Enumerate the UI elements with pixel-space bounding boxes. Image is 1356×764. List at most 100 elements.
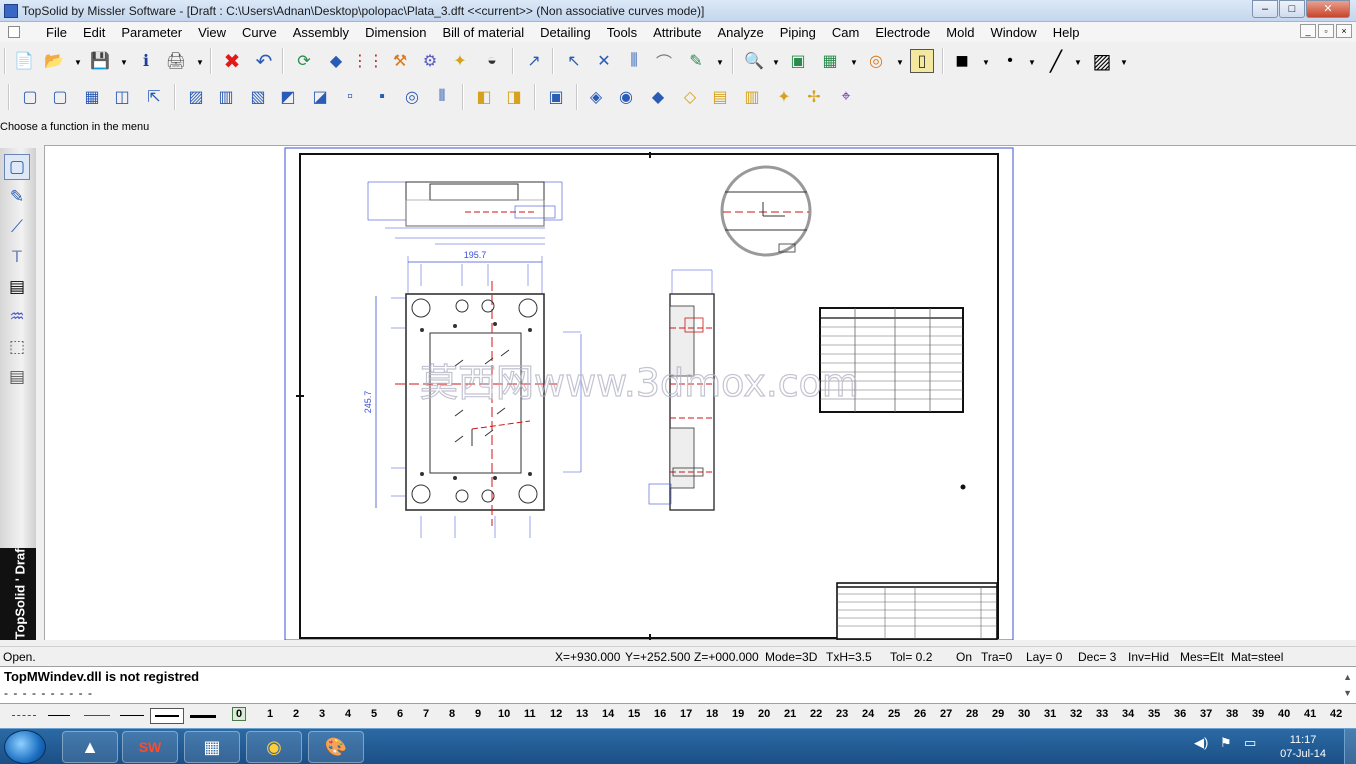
menu-view[interactable]: View	[190, 25, 234, 40]
status-tolerance[interactable]: Tol= 0.2	[890, 650, 932, 664]
layer-10[interactable]: 10	[498, 708, 510, 720]
sidebar-pencil-icon[interactable]: ✎	[4, 184, 30, 210]
document-icon[interactable]	[8, 26, 20, 38]
layer-35[interactable]: 35	[1148, 708, 1160, 720]
layer-26[interactable]: 26	[914, 708, 926, 720]
sidebar-dimension-icon[interactable]: ⟋	[4, 214, 30, 240]
hammer-icon[interactable]: ⚒	[388, 49, 412, 73]
view-tool-2-icon[interactable]: ▥	[214, 85, 238, 109]
menu-mold[interactable]: Mold	[938, 25, 982, 40]
doc-close-button[interactable]: ×	[1336, 24, 1352, 38]
console-scroll-arrows[interactable]: ▲ ▼	[1343, 669, 1352, 701]
target-icon[interactable]: ⌖	[834, 85, 858, 109]
stamp-icon[interactable]: ✦	[772, 85, 796, 109]
slider-icon[interactable]: ⫼	[622, 49, 646, 73]
status-on[interactable]: On	[956, 650, 972, 664]
layer-8[interactable]: 8	[449, 708, 455, 720]
line-style-red[interactable]	[84, 715, 110, 717]
layer-20[interactable]: 20	[758, 708, 770, 720]
projection-4-icon[interactable]: ◇	[678, 85, 702, 109]
status-mode[interactable]: Mode=3D	[765, 650, 817, 664]
table-icon[interactable]: ▤	[708, 85, 732, 109]
view-tool-6-icon[interactable]: ▫	[338, 85, 362, 109]
layer-38[interactable]: 38	[1226, 708, 1238, 720]
taskbar-paint-icon[interactable]: 🎨	[308, 731, 364, 763]
projection-3-icon[interactable]: ◆	[646, 85, 670, 109]
layer-7[interactable]: 7	[423, 708, 429, 720]
layer-16[interactable]: 16	[654, 708, 666, 720]
color-dropdown-icon[interactable]: ▼	[982, 58, 990, 67]
start-button[interactable]	[4, 730, 46, 764]
main-view-icon[interactable]: ▢	[48, 85, 72, 109]
menu-piping[interactable]: Piping	[772, 25, 824, 40]
zoom-dropdown-icon[interactable]: ▼	[772, 58, 780, 67]
sketch-dropdown-icon[interactable]: ▼	[716, 58, 724, 67]
doc-minimize-button[interactable]: _	[1300, 24, 1316, 38]
action-center-icon[interactable]: ⚑	[1220, 735, 1232, 751]
color-swatch-icon[interactable]: ■	[950, 48, 974, 73]
solid-icon[interactable]: ◆	[324, 49, 348, 73]
gears-icon[interactable]: ⚙	[418, 49, 442, 73]
layer-14[interactable]: 14	[602, 708, 614, 720]
menu-dimension[interactable]: Dimension	[357, 25, 434, 40]
visibility-icon[interactable]: ◎	[864, 49, 888, 73]
projection-1-icon[interactable]: ◈	[584, 85, 608, 109]
open-dropdown-icon[interactable]: ▼	[74, 58, 82, 67]
layer-18[interactable]: 18	[706, 708, 718, 720]
line-style-thick[interactable]	[190, 715, 216, 718]
menu-edit[interactable]: Edit	[75, 25, 113, 40]
layer-1[interactable]: 1	[267, 708, 273, 720]
cross-icon[interactable]: ✕	[592, 49, 616, 73]
layer-5[interactable]: 5	[371, 708, 377, 720]
drawing-canvas[interactable]: 195.7 245.7 莫西网www.3dmox.com	[44, 145, 1356, 640]
layer-13[interactable]: 13	[576, 708, 588, 720]
hatch-icon[interactable]: ▨	[1090, 49, 1114, 73]
view-tool-7-icon[interactable]: ▪	[370, 85, 394, 109]
sheet-icon[interactable]: ◧	[472, 85, 496, 109]
line-style-icon[interactable]: ╱	[1044, 49, 1068, 73]
show-desktop-button[interactable]	[1344, 729, 1356, 764]
line-style-solid[interactable]	[120, 715, 144, 717]
status-invisible[interactable]: Inv=Hid	[1128, 650, 1169, 664]
layer-11[interactable]: 11	[524, 708, 536, 720]
status-measure[interactable]: Mes=Elt	[1180, 650, 1224, 664]
layer-28[interactable]: 28	[966, 708, 978, 720]
status-transparency[interactable]: Tra=0	[981, 650, 1012, 664]
layer-30[interactable]: 30	[1018, 708, 1030, 720]
layer-33[interactable]: 33	[1096, 708, 1108, 720]
sidebar-draft-icon[interactable]: ▢	[4, 154, 30, 180]
layer-39[interactable]: 39	[1252, 708, 1264, 720]
sidebar-text-icon[interactable]: T	[4, 244, 30, 270]
maximize-button[interactable]: □	[1279, 0, 1305, 18]
zoom-fit-icon[interactable]: ▣	[786, 49, 810, 73]
rotate-icon[interactable]: ⟳	[292, 49, 316, 73]
sidebar-hatch-icon[interactable]: ♒	[4, 304, 30, 330]
layer-25[interactable]: 25	[888, 708, 900, 720]
menu-electrode[interactable]: Electrode	[867, 25, 938, 40]
layer-29[interactable]: 29	[992, 708, 1004, 720]
menu-attribute[interactable]: Attribute	[645, 25, 709, 40]
layer-41[interactable]: 41	[1304, 708, 1316, 720]
network-icon[interactable]: ▭	[1244, 735, 1256, 751]
point-style-icon[interactable]: •	[998, 49, 1022, 73]
layer-2[interactable]: 2	[293, 708, 299, 720]
status-text-height[interactable]: TxH=3.5	[826, 650, 872, 664]
zoom-icon[interactable]: 🔍	[742, 49, 766, 73]
frame-icon[interactable]: ▣	[544, 85, 568, 109]
view-tool-9-icon[interactable]: ⫴	[430, 85, 454, 109]
layer-27[interactable]: 27	[940, 708, 952, 720]
sidebar-stack-icon[interactable]: ▤	[4, 364, 30, 390]
menu-file[interactable]: File	[38, 25, 75, 40]
menu-parameter[interactable]: Parameter	[113, 25, 190, 40]
cylinder-icon[interactable]: ▯	[910, 49, 934, 73]
save-icon[interactable]: 💾	[88, 49, 112, 73]
hatch-dropdown-icon[interactable]: ▼	[1120, 58, 1128, 67]
menu-bill-of-material[interactable]: Bill of material	[434, 25, 532, 40]
draft-view-icon[interactable]: ▢	[18, 85, 42, 109]
layer-17[interactable]: 17	[680, 708, 692, 720]
layer-3[interactable]: 3	[319, 708, 325, 720]
volume-icon[interactable]: ◀)	[1194, 735, 1208, 751]
line-dropdown-icon[interactable]: ▼	[1074, 58, 1082, 67]
layer-42[interactable]: 42	[1330, 708, 1342, 720]
line-style-dashed-red[interactable]	[12, 715, 36, 717]
